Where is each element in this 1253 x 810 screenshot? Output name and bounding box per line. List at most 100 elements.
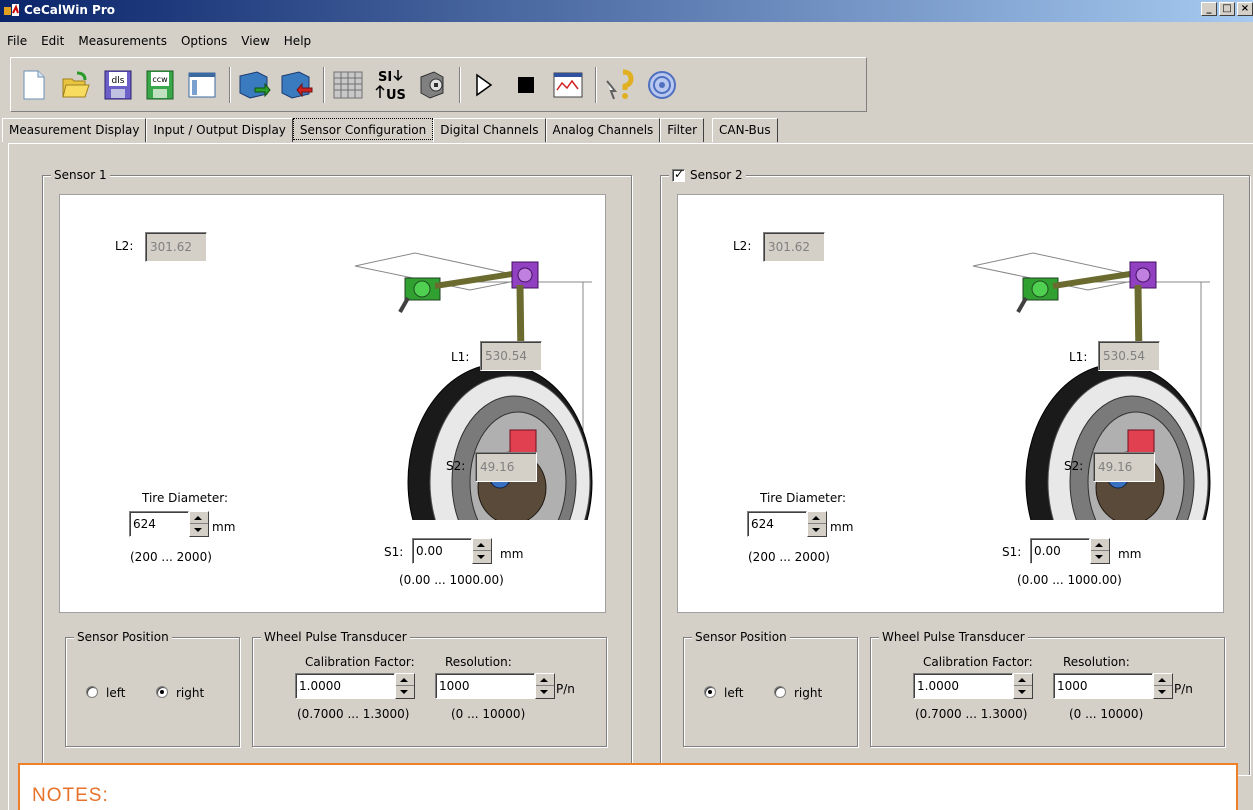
toolbar-separator [459,66,461,103]
s1-unit: mm [500,547,524,561]
stop-icon [518,76,534,93]
sensor-settings-icon [420,70,444,99]
about-button[interactable] [645,66,679,104]
window-title: CeCalWin Pro [24,3,115,17]
sensor-settings-button[interactable] [415,66,449,104]
save-ccw-button[interactable]: ccw [143,66,177,104]
resolution-range: (0 ... 10000) [451,707,526,721]
calibration-factor-spinner[interactable] [395,673,415,699]
menu-options[interactable]: Options [174,32,234,52]
tire-diameter-spinner[interactable] [807,511,827,537]
s1-input[interactable]: 0.00 [1030,538,1090,564]
menu-view[interactable]: View [234,32,276,52]
s1-spinner[interactable] [1090,538,1110,564]
save-ccw-icon: ccw [146,70,174,99]
l1-field: 530.54 [480,341,542,371]
export-button[interactable] [279,66,313,104]
spin-up-arrow-icon [1095,543,1103,547]
tire-diameter-label: Tire Diameter: [760,491,847,505]
calibration-factor-input[interactable]: 1.0000 [913,673,1013,699]
close-button[interactable]: × [1237,2,1253,16]
chart-window-icon [553,72,583,97]
resolution-spinner[interactable] [1153,673,1173,699]
spin-down-arrow-icon [1158,690,1166,694]
spin-up-arrow-icon [1158,678,1166,682]
position-left-radio[interactable] [86,686,98,698]
spin-down-arrow-icon [477,555,485,559]
toolbar: dls ccw SI US [10,57,867,112]
si-label: SI [378,70,392,85]
resolution-spinner[interactable] [535,673,555,699]
sensor-enable-checkbox[interactable]: ✓ [672,167,685,182]
menu-edit[interactable]: Edit [34,32,71,52]
position-right-label: right [176,686,205,700]
maximize-button[interactable]: □ [1219,2,1235,16]
calibration-factor-input[interactable]: 1.0000 [295,673,395,699]
sensor-position-group: Sensor Position left right [65,630,240,747]
import-button[interactable] [237,66,271,104]
spin-up-arrow-icon [194,516,202,520]
help-button[interactable] [603,66,637,104]
spin-up-arrow-icon [477,543,485,547]
sensor-position-title: Sensor Position [692,630,790,644]
tire-diameter-input[interactable]: 624 [129,511,189,537]
wpt-title: Wheel Pulse Transducer [261,630,410,644]
spin-down-arrow-icon [812,528,820,532]
calibration-factor-label: Calibration Factor: [923,655,1033,669]
tire-diameter-label: Tire Diameter: [142,491,229,505]
position-left-label: left [106,686,126,700]
sensor-diagram-canvas: L2: 301.62 L1: 530.54 S2: 49.16 Tire Diameter:… [677,194,1224,613]
stop-button[interactable] [509,66,543,104]
save-dls-button[interactable]: dls [101,66,135,104]
tire-diameter-input[interactable]: 624 [747,511,807,537]
menu-help[interactable]: Help [277,32,318,52]
s2-label: S2: [1064,459,1084,473]
spin-up-arrow-icon [1018,678,1026,682]
s1-input[interactable]: 0.00 [412,538,472,564]
tab-sensor-configuration[interactable]: Sensor Configuration [292,118,434,140]
units-button[interactable]: SI US [373,66,407,104]
new-file-button[interactable] [17,66,51,104]
layout-button[interactable] [185,66,219,104]
tire-diameter-spinner[interactable] [189,511,209,537]
dls-label: dls [112,76,125,86]
ccw-label: ccw [152,75,168,84]
resolution-unit: P/n [556,682,575,696]
calibration-factor-range: (0.7000 ... 1.3000) [915,707,1028,721]
l2-label: L2: [115,239,134,253]
grid-table-button[interactable] [331,66,365,104]
menu-measurements[interactable]: Measurements [71,32,174,52]
sensor-position-group: Sensor Position left right [683,630,858,747]
spin-up-arrow-icon [400,678,408,682]
spin-down-arrow-icon [1095,555,1103,559]
start-button[interactable] [467,66,501,104]
tab-input-output-display[interactable]: Input / Output Display [146,118,293,142]
tab-can-bus[interactable]: CAN-Bus [712,118,778,142]
tab-measurement-display[interactable]: Measurement Display [2,118,147,142]
calibration-factor-spinner[interactable] [1013,673,1033,699]
menu-file[interactable]: File [0,32,34,52]
s2-field: 49.16 [1093,452,1155,482]
position-right-radio[interactable] [156,686,168,698]
resolution-input[interactable]: 1000 [435,673,535,699]
si-us-units-icon: SI US [375,69,406,102]
tab-analog-channels[interactable]: Analog Channels [545,118,661,142]
chart-window-button[interactable] [551,66,585,104]
minimize-button[interactable]: _ [1201,2,1217,16]
tab-digital-channels[interactable]: Digital Channels [433,118,546,142]
s1-spinner[interactable] [472,538,492,564]
position-left-radio[interactable] [704,686,716,698]
sensor-2-panel: ✓ Sensor 2 L2: 301.62 L1: 530.54 S2: 49.16 Tire … [660,167,1250,775]
tab-filter[interactable]: Filter [660,118,705,142]
l2-label: L2: [733,239,752,253]
tire-range: (200 ... 2000) [130,550,212,564]
us-label: US [386,88,406,102]
tire-range: (200 ... 2000) [748,550,830,564]
notes-label: NOTES: [32,785,109,806]
position-right-radio[interactable] [774,686,786,698]
resolution-input[interactable]: 1000 [1053,673,1153,699]
wheel-pulse-transducer-group: Wheel Pulse Transducer Calibration Factor… [870,630,1225,747]
s2-label: S2: [446,459,466,473]
open-button[interactable] [59,66,93,104]
tire-unit: mm [830,520,854,534]
